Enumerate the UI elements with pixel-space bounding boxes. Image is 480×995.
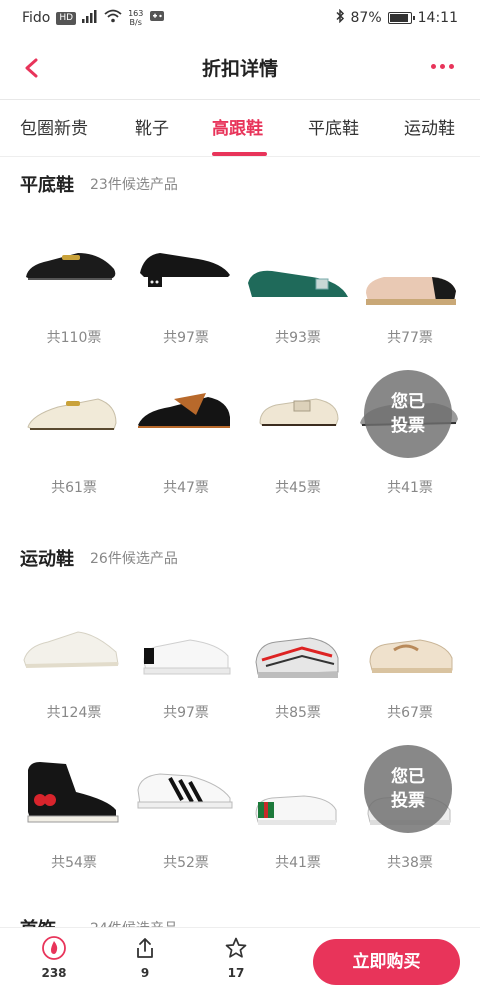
section-title-sneakers: 运动鞋: [20, 549, 74, 570]
voted-badge: 您已 投票: [364, 370, 452, 458]
beige-retro-sneaker-icon: [369, 639, 453, 673]
game-mode-icon: [149, 9, 165, 27]
white-stripe-sneaker-icon: [137, 773, 233, 809]
vote-count: 共97票: [163, 330, 209, 346]
hd-badge: HD: [56, 11, 77, 25]
app-header: 折扣详情: [0, 36, 480, 100]
fire-button[interactable]: 238: [24, 936, 84, 980]
espadrille-flat-icon: [366, 277, 456, 305]
clock: 14:11: [417, 10, 458, 26]
battery-icon: [387, 12, 415, 24]
vote-count: 共41票: [387, 480, 433, 496]
white-knit-sneaker-icon: [23, 631, 119, 668]
voted-badge-line1: 您已: [391, 392, 425, 412]
vote-count: 共93票: [275, 330, 321, 346]
back-button[interactable]: [18, 54, 46, 82]
black-velvet-loafer-icon: [140, 253, 230, 287]
vote-count: 共97票: [163, 705, 209, 721]
vote-count: 共47票: [163, 480, 209, 496]
fire-count: 238: [41, 966, 67, 980]
black-hightop-heart-icon: [27, 762, 119, 823]
bluetooth-icon: [335, 8, 345, 27]
white-buckle-loafer-icon: [259, 398, 339, 426]
voted-badge-line2: 投票: [391, 791, 425, 811]
page-title: 折扣详情: [201, 58, 278, 80]
vote-count: 共41票: [275, 855, 321, 871]
more-dot-icon: [440, 64, 445, 69]
section-title-flats: 平底鞋: [20, 175, 74, 196]
star-count: 17: [227, 966, 245, 980]
black-horsebit-loafer-icon: [26, 253, 116, 280]
vote-count: 共77票: [387, 330, 433, 346]
chevron-left-icon: [25, 58, 38, 78]
status-bar-left: Fido HD 163 B/s: [22, 9, 165, 27]
net-speed: 163 B/s: [128, 9, 143, 27]
voted-badge: 您已 投票: [364, 745, 452, 833]
signal-icon: [82, 9, 98, 27]
buy-now-button[interactable]: 立即购买: [313, 939, 460, 985]
vote-count: 共52票: [163, 855, 209, 871]
active-tab-indicator: [212, 152, 267, 156]
net-speed-value: 163: [128, 9, 144, 18]
vote-count: 共61票: [51, 480, 97, 496]
voted-badge-line1: 您已: [391, 767, 425, 787]
vote-count: 共67票: [387, 705, 433, 721]
share-button[interactable]: 9: [115, 936, 175, 980]
section-subtitle-flats: 23件候选产品: [90, 177, 178, 193]
tab-sneakers[interactable]: 运动鞋: [404, 100, 455, 157]
vote-count: 共38票: [387, 855, 433, 871]
share-icon: [137, 938, 153, 958]
white-mule-icon: [27, 398, 117, 430]
tab-flats[interactable]: 平底鞋: [308, 100, 359, 157]
tab-baoquan-xingui[interactable]: 包圈新贵: [20, 100, 88, 157]
star-icon: [225, 937, 247, 958]
favorite-button[interactable]: 17: [206, 936, 266, 980]
bottom-action-bar: 238 9 17 立即购买: [0, 927, 480, 995]
black-tan-loafer-icon: [138, 393, 230, 428]
vote-count: 共124票: [46, 705, 102, 721]
more-dot-icon: [449, 64, 454, 69]
net-speed-unit: B/s: [129, 18, 142, 27]
tab-high-heels[interactable]: 高跟鞋: [212, 100, 263, 157]
section-subtitle-sneakers: 26件候选产品: [90, 551, 178, 567]
status-bar: Fido HD 163 B/s 87% 14:11: [0, 0, 480, 36]
voted-badge-line2: 投票: [391, 416, 425, 436]
status-bar-right: 87% 14:11: [335, 8, 458, 27]
category-tabs: 包圈新贵 靴子 高跟鞋 平底鞋 运动鞋: [0, 100, 480, 157]
carrier-name: Fido: [22, 10, 51, 26]
vote-count: 共54票: [51, 855, 97, 871]
share-count: 9: [140, 966, 150, 980]
vote-count: 共45票: [275, 480, 321, 496]
tab-boots[interactable]: 靴子: [135, 100, 169, 157]
white-stripe-lowtop-icon: [255, 795, 337, 825]
green-satin-flat-icon: [248, 270, 348, 297]
wifi-icon: [104, 9, 122, 27]
white-oversized-sneaker-icon: [143, 639, 231, 675]
vote-count: 共110票: [46, 330, 102, 346]
more-dot-icon: [431, 64, 436, 69]
battery-percent: 87%: [350, 10, 382, 26]
more-options-button[interactable]: [431, 64, 454, 69]
chunky-multicolor-sneaker-icon: [255, 637, 339, 678]
fire-icon: [42, 936, 66, 960]
vote-count: 共85票: [275, 705, 321, 721]
